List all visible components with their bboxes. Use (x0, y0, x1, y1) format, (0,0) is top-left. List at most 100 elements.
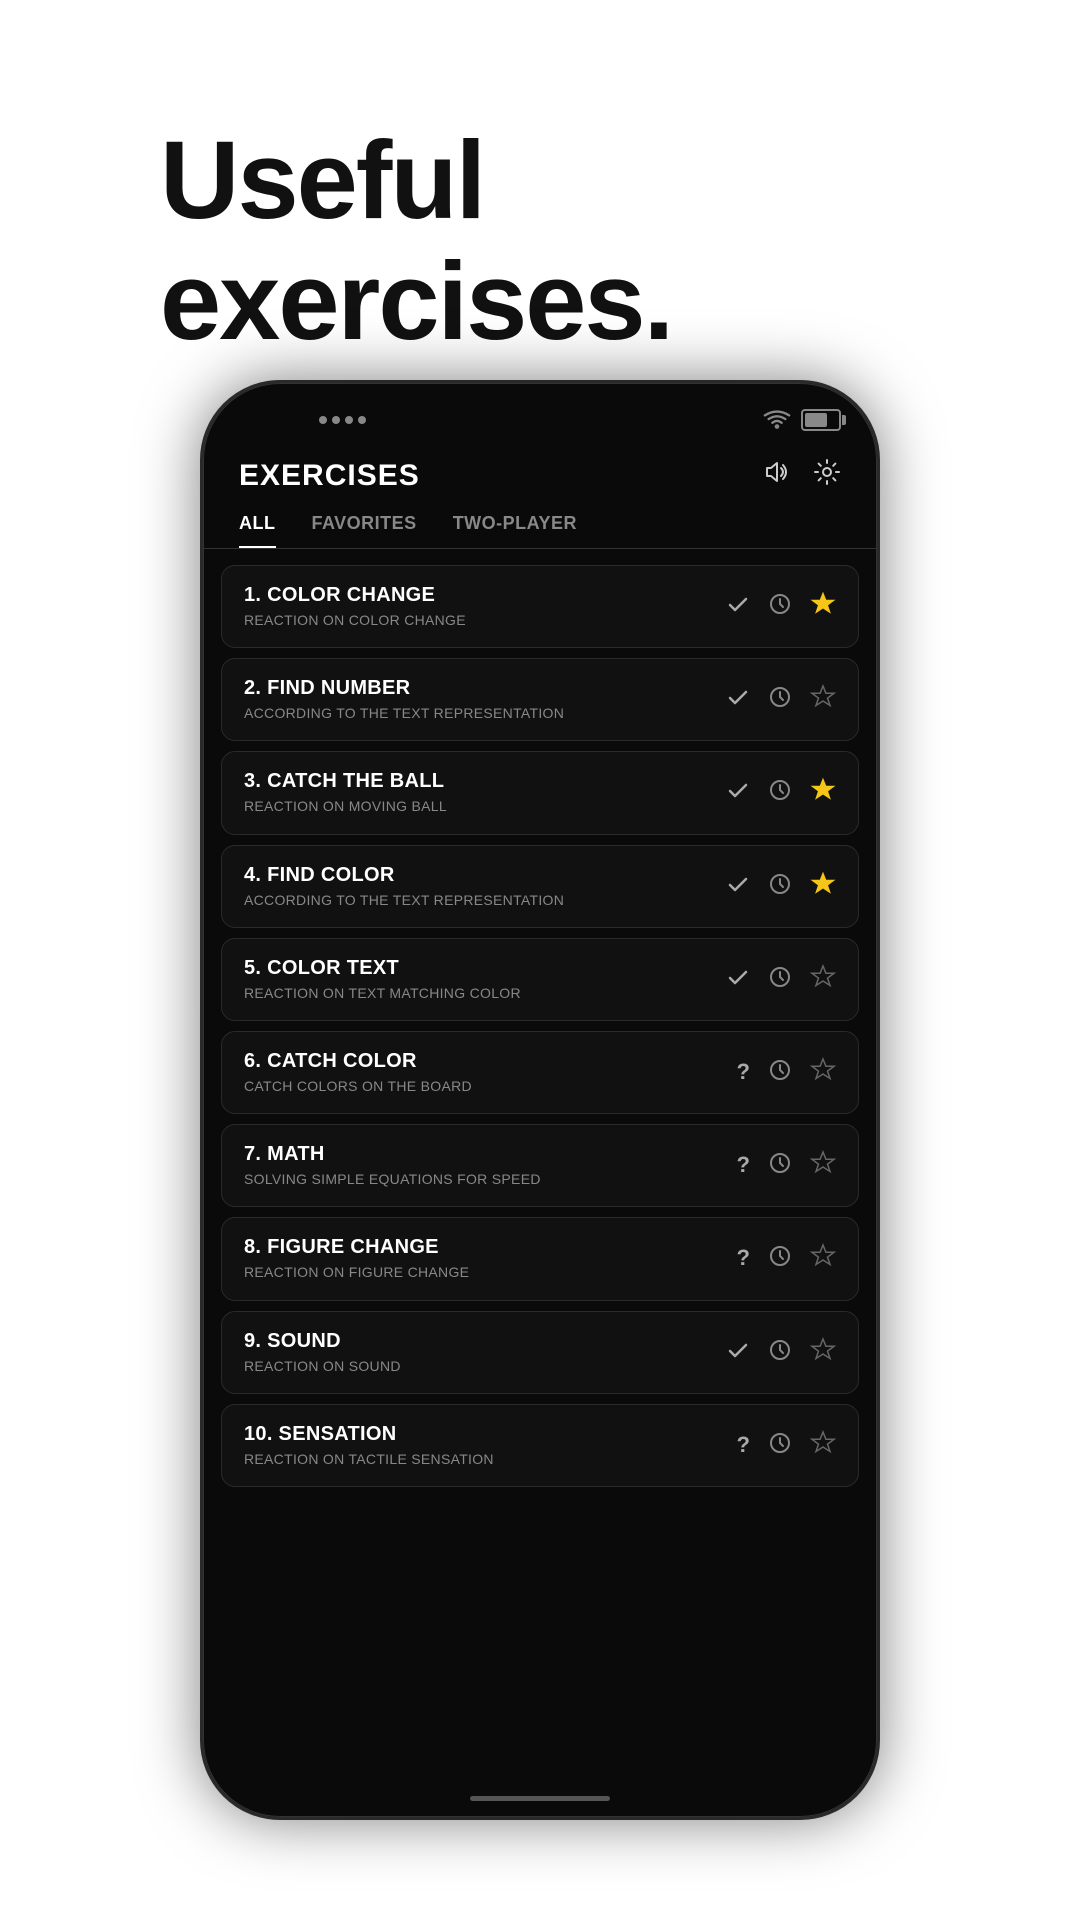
exercise-desc-4: ACCORDING TO THE TEXT REPRESENTATION (244, 891, 710, 909)
exercise-actions-6: ? (737, 1057, 836, 1088)
exercise-item-2[interactable]: 2. FIND NUMBER ACCORDING TO THE TEXT REP… (221, 658, 859, 741)
clock-icon-5[interactable] (768, 965, 792, 994)
clock-icon-3[interactable] (768, 778, 792, 807)
clock-icon-9[interactable] (768, 1338, 792, 1367)
status-icon-9 (726, 1338, 750, 1367)
clock-icon-8[interactable] (768, 1244, 792, 1273)
status-bar (203, 383, 877, 438)
clock-icon-6[interactable] (768, 1058, 792, 1087)
exercise-item-4[interactable]: 4. FIND COLOR ACCORDING TO THE TEXT REPR… (221, 845, 859, 928)
exercise-desc-2: ACCORDING TO THE TEXT REPRESENTATION (244, 704, 710, 722)
exercise-item-7[interactable]: 7. MATH SOLVING SIMPLE EQUATIONS FOR SPE… (221, 1124, 859, 1207)
status-icon-6: ? (737, 1061, 750, 1084)
wifi-icon (763, 409, 791, 431)
status-icon-8: ? (737, 1247, 750, 1270)
exercise-desc-7: SOLVING SIMPLE EQUATIONS FOR SPEED (244, 1170, 721, 1188)
exercise-actions-1 (726, 591, 836, 622)
signal-dot-3 (345, 416, 353, 424)
exercise-item-3[interactable]: 3. CATCH THE BALL REACTION ON MOVING BAL… (221, 751, 859, 834)
exercise-name-9: 9. SOUND (244, 1330, 710, 1353)
tab-favorites[interactable]: FAVORITES (312, 513, 417, 548)
status-icon-4 (726, 872, 750, 901)
exercise-desc-10: REACTION ON TACTILE SENSATION (244, 1450, 721, 1468)
clock-icon-4[interactable] (768, 872, 792, 901)
exercise-text-2: 2. FIND NUMBER ACCORDING TO THE TEXT REP… (244, 677, 710, 722)
exercise-actions-10: ? (737, 1430, 836, 1461)
settings-icon[interactable] (813, 458, 841, 493)
star-empty-icon-8[interactable] (810, 1243, 836, 1274)
tab-two-player[interactable]: TWO-PLAYER (453, 513, 577, 548)
phone-frame: EXERCISES ALL (200, 380, 880, 1820)
exercise-list: 1. COLOR CHANGE REACTION ON COLOR CHANGE… (203, 565, 877, 1820)
exercise-name-2: 2. FIND NUMBER (244, 677, 710, 700)
exercise-name-7: 7. MATH (244, 1143, 721, 1166)
exercise-text-3: 3. CATCH THE BALL REACTION ON MOVING BAL… (244, 770, 710, 815)
exercise-desc-8: REACTION ON FIGURE CHANGE (244, 1263, 721, 1281)
exercise-actions-8: ? (737, 1243, 836, 1274)
exercise-name-10: 10. SENSATION (244, 1423, 721, 1446)
exercise-actions-4 (726, 871, 836, 902)
exercise-item-9[interactable]: 9. SOUND REACTION ON SOUND (221, 1311, 859, 1394)
tab-all[interactable]: ALL (239, 513, 276, 548)
exercise-text-1: 1. COLOR CHANGE REACTION ON COLOR CHANGE (244, 584, 710, 629)
exercise-desc-1: REACTION ON COLOR CHANGE (244, 611, 710, 629)
exercise-item-6[interactable]: 6. CATCH COLOR CATCH COLORS ON THE BOARD… (221, 1031, 859, 1114)
exercise-text-8: 8. FIGURE CHANGE REACTION ON FIGURE CHAN… (244, 1236, 721, 1281)
exercise-name-8: 8. FIGURE CHANGE (244, 1236, 721, 1259)
star-empty-icon-6[interactable] (810, 1057, 836, 1088)
exercise-item-1[interactable]: 1. COLOR CHANGE REACTION ON COLOR CHANGE (221, 565, 859, 648)
star-empty-icon-10[interactable] (810, 1430, 836, 1461)
app-header: EXERCISES (203, 438, 877, 503)
header-icons (763, 458, 841, 493)
sound-icon[interactable] (763, 458, 791, 493)
tab-bar: ALL FAVORITES TWO-PLAYER (203, 503, 877, 549)
exercise-item-5[interactable]: 5. COLOR TEXT REACTION ON TEXT MATCHING … (221, 938, 859, 1021)
battery-icon (801, 409, 841, 431)
hero-title: Useful exercises. (160, 120, 672, 362)
status-icon-5 (726, 965, 750, 994)
exercise-name-4: 4. FIND COLOR (244, 864, 710, 887)
star-filled-icon-4[interactable] (810, 871, 836, 902)
clock-icon-7[interactable] (768, 1151, 792, 1180)
exercise-actions-2 (726, 684, 836, 715)
signal-dot-2 (332, 416, 340, 424)
exercise-actions-3 (726, 777, 836, 808)
star-filled-icon-3[interactable] (810, 777, 836, 808)
exercise-item-8[interactable]: 8. FIGURE CHANGE REACTION ON FIGURE CHAN… (221, 1217, 859, 1300)
exercise-name-3: 3. CATCH THE BALL (244, 770, 710, 793)
star-empty-icon-9[interactable] (810, 1337, 836, 1368)
exercise-item-10[interactable]: 10. SENSATION REACTION ON TACTILE SENSAT… (221, 1404, 859, 1487)
exercise-text-10: 10. SENSATION REACTION ON TACTILE SENSAT… (244, 1423, 721, 1468)
star-empty-icon-2[interactable] (810, 684, 836, 715)
exercise-actions-9 (726, 1337, 836, 1368)
hero-line2: exercises. (160, 240, 672, 363)
status-icon-7: ? (737, 1154, 750, 1177)
exercise-text-6: 6. CATCH COLOR CATCH COLORS ON THE BOARD (244, 1050, 721, 1095)
clock-icon-2[interactable] (768, 685, 792, 714)
status-icon-2 (726, 685, 750, 714)
hero-line1: Useful (160, 119, 484, 242)
exercise-desc-5: REACTION ON TEXT MATCHING COLOR (244, 984, 710, 1002)
exercise-actions-7: ? (737, 1150, 836, 1181)
exercise-desc-9: REACTION ON SOUND (244, 1357, 710, 1375)
star-empty-icon-5[interactable] (810, 964, 836, 995)
clock-icon-10[interactable] (768, 1431, 792, 1460)
phone-mockup: EXERCISES ALL (180, 380, 900, 1860)
exercise-text-4: 4. FIND COLOR ACCORDING TO THE TEXT REPR… (244, 864, 710, 909)
clock-icon-1[interactable] (768, 592, 792, 621)
star-filled-icon-1[interactable] (810, 591, 836, 622)
exercise-text-9: 9. SOUND REACTION ON SOUND (244, 1330, 710, 1375)
exercise-name-1: 1. COLOR CHANGE (244, 584, 710, 607)
app-title: EXERCISES (239, 459, 763, 493)
exercise-desc-6: CATCH COLORS ON THE BOARD (244, 1077, 721, 1095)
signal-dot-1 (319, 416, 327, 424)
status-icon-3 (726, 778, 750, 807)
status-icon-10: ? (737, 1434, 750, 1457)
star-empty-icon-7[interactable] (810, 1150, 836, 1181)
exercise-text-5: 5. COLOR TEXT REACTION ON TEXT MATCHING … (244, 957, 710, 1002)
exercise-name-6: 6. CATCH COLOR (244, 1050, 721, 1073)
exercise-name-5: 5. COLOR TEXT (244, 957, 710, 980)
battery-fill (805, 413, 827, 427)
status-icon-1 (726, 592, 750, 621)
home-indicator (470, 1796, 610, 1801)
